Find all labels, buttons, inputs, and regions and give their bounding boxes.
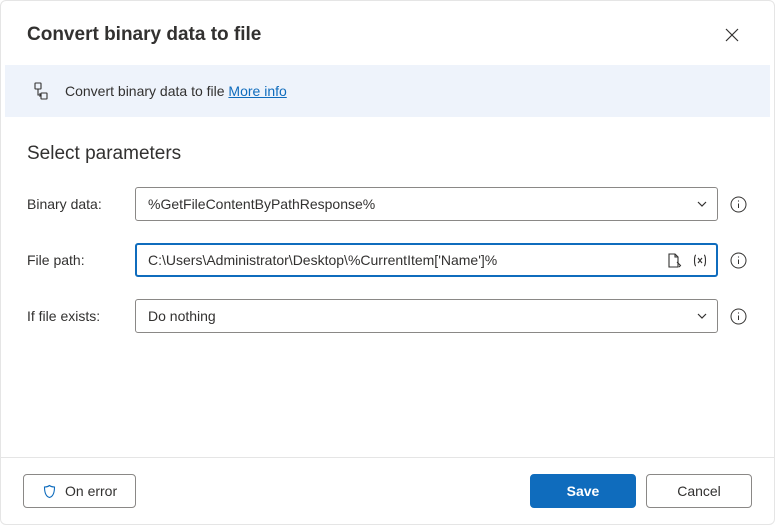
label-if-file-exists: If file exists: [27,308,125,324]
save-button[interactable]: Save [530,474,636,508]
row-binary-data: Binary data: %GetFileContentByPathRespon… [27,187,748,221]
close-button[interactable] [716,19,748,51]
file-path-input[interactable]: C:\Users\Administrator\Desktop\%CurrentI… [135,243,718,277]
file-picker-icon[interactable] [666,252,683,269]
binary-data-dropdown[interactable]: %GetFileContentByPathResponse% [135,187,718,221]
info-icon[interactable] [728,194,748,214]
info-banner: Convert binary data to file More info [5,65,770,117]
label-binary-data: Binary data: [27,196,125,212]
file-path-value: C:\Users\Administrator\Desktop\%CurrentI… [148,252,666,268]
dialog-body: Select parameters Binary data: %GetFileC… [1,117,774,457]
cancel-button[interactable]: Cancel [646,474,752,508]
cancel-label: Cancel [677,483,721,499]
on-error-button[interactable]: On error [23,474,136,508]
section-title: Select parameters [27,143,748,165]
binary-data-value: %GetFileContentByPathResponse% [148,196,695,212]
dialog-header: Convert binary data to file [1,1,774,65]
variable-picker-icon[interactable] [691,252,709,269]
dialog-title: Convert binary data to file [27,24,261,46]
convert-file-icon [31,81,51,101]
save-label: Save [567,483,600,499]
more-info-link[interactable]: More info [228,83,286,99]
info-banner-text: Convert binary data to file More info [65,83,287,99]
info-icon[interactable] [728,250,748,270]
row-file-path: File path: C:\Users\Administrator\Deskto… [27,243,748,277]
on-error-label: On error [65,483,117,499]
info-banner-desc: Convert binary data to file [65,83,228,99]
row-if-file-exists: If file exists: Do nothing [27,299,748,333]
chevron-down-icon [695,309,709,323]
label-file-path: File path: [27,252,125,268]
if-file-exists-dropdown[interactable]: Do nothing [135,299,718,333]
chevron-down-icon [695,197,709,211]
close-icon [725,28,739,42]
info-icon[interactable] [728,306,748,326]
shield-icon [42,484,57,499]
dialog-footer: On error Save Cancel [1,457,774,524]
if-file-exists-value: Do nothing [148,308,695,324]
